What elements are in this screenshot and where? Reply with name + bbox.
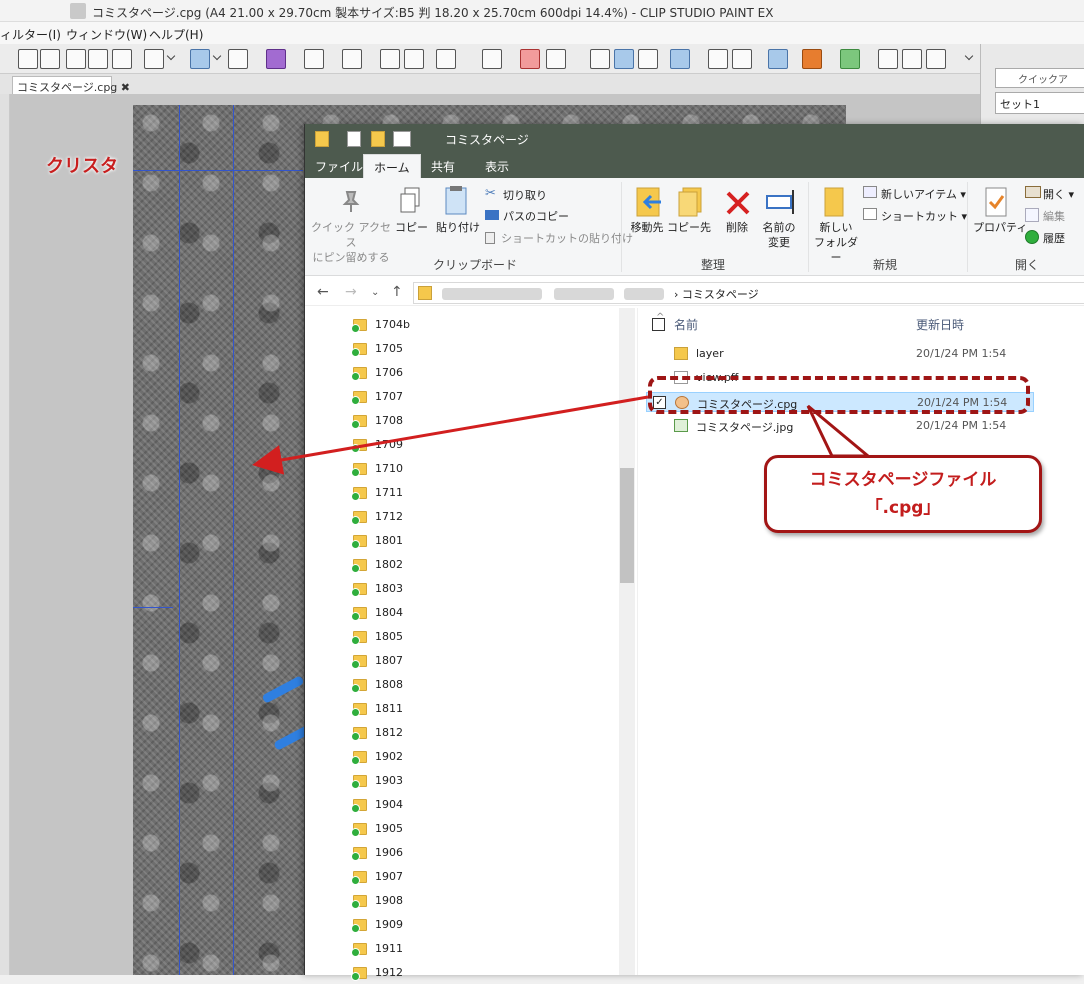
callout-text-2: 「.cpg」 — [865, 498, 941, 518]
highlight-box — [648, 376, 1030, 414]
callout-box: コミスタページファイル 「.cpg」 — [764, 455, 1042, 533]
red-arrow — [252, 395, 649, 475]
callout-text-1: コミスタページファイル — [809, 470, 997, 490]
